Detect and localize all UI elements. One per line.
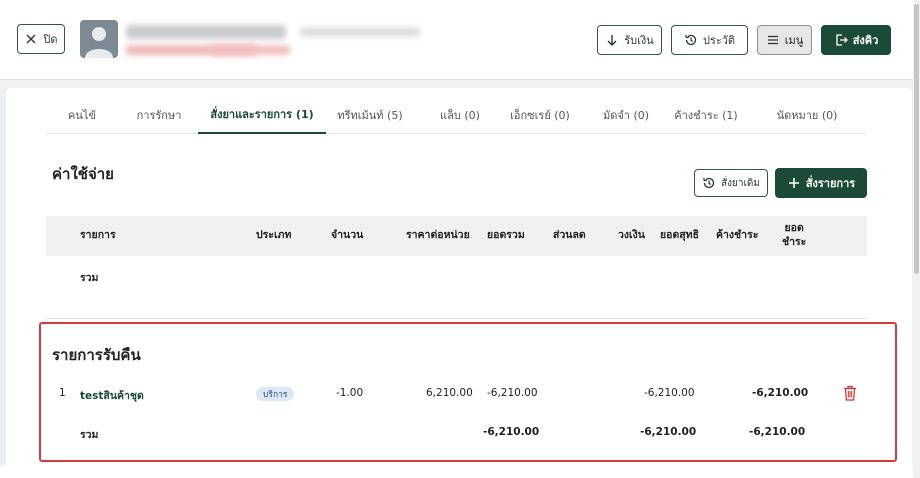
return-row-unit-price: 6,210.00	[426, 387, 473, 399]
returns-sum-total: -6,210.00	[483, 426, 540, 438]
menu-button[interactable]: เมนู	[757, 25, 812, 55]
close-button[interactable]: ปิด	[17, 24, 65, 54]
receive-payment-button[interactable]: รับเงิน	[597, 25, 662, 55]
returns-sum-label: รวม	[80, 429, 99, 441]
user-icon	[85, 27, 113, 58]
return-row-quantity: -1.00	[336, 387, 364, 399]
return-row-total: -6,210.00	[487, 387, 538, 399]
return-row-net: -6,210.00	[644, 387, 695, 399]
expenses-title: ค่าใช้จ่าย	[52, 165, 114, 183]
returns-sum-net: -6,210.00	[640, 426, 697, 438]
col-payable: ยอด ชำระ	[782, 222, 807, 248]
exit-icon	[836, 34, 848, 46]
add-item-button[interactable]: สั่งรายการ	[775, 168, 867, 198]
history-icon	[685, 34, 697, 46]
patient-name-redacted	[126, 25, 286, 39]
tab-lab[interactable]: แล็บ (0)	[430, 96, 490, 134]
tab-xray[interactable]: เอ็กซเรย์ (0)	[506, 96, 574, 134]
patient-avatar	[80, 20, 118, 58]
trash-icon[interactable]	[843, 385, 857, 401]
col-type: ประเภท	[256, 229, 292, 242]
returns-sum-payable: -6,210.00	[749, 426, 806, 438]
plus-icon	[788, 178, 799, 188]
expenses-sum-label: รวม	[80, 272, 99, 284]
close-label: ปิด	[43, 33, 58, 46]
scrollbar-thumb[interactable]	[914, 4, 919, 274]
close-icon	[26, 34, 36, 44]
col-discount: ส่วนลด	[553, 229, 586, 242]
returns-title: รายการรับคืน	[52, 346, 141, 364]
tab-orders[interactable]: สั่งยาและรายการ (1)	[198, 96, 326, 134]
tab-treatment[interactable]: การรักษา	[124, 96, 194, 134]
return-row-index: 1	[59, 387, 66, 399]
send-queue-button[interactable]: ส่งคิว	[821, 25, 891, 55]
return-row-type-badge: บริการ	[256, 387, 295, 401]
return-row-name[interactable]: testสินค้าชุด	[80, 387, 144, 404]
col-outstanding: ค้างชำระ	[716, 229, 759, 242]
arrow-down-icon	[607, 35, 617, 46]
section-divider	[46, 318, 867, 319]
col-total: ยอดรวม	[487, 229, 525, 242]
tab-treatments-count[interactable]: ทรีทเม้นท์ (5)	[332, 96, 408, 134]
return-row-payable: -6,210.00	[752, 387, 809, 399]
tab-outstanding[interactable]: ค้างชำระ (1)	[668, 96, 744, 134]
col-item: รายการ	[80, 229, 116, 242]
order-history-button[interactable]: สั่งยาเดิม	[694, 169, 768, 197]
col-unit-price: ราคาต่อหน่วย	[406, 229, 470, 242]
patient-meta-redacted-2	[210, 45, 290, 55]
expenses-table-header: รายการ ประเภท จำนวน ราคาต่อหน่วย ยอดรวม …	[46, 216, 867, 256]
tab-appointment[interactable]: นัดหมาย (0)	[772, 96, 842, 134]
patient-extra-redacted	[300, 27, 420, 37]
tab-deposit[interactable]: มัดจำ (0)	[598, 96, 654, 134]
tab-bar: คนไข้ การรักษา สั่งยาและรายการ (1) ทรีทเ…	[46, 96, 866, 134]
footer	[0, 466, 920, 478]
col-limit: วงเงิน	[618, 229, 645, 242]
history-icon	[703, 177, 715, 189]
col-net: ยอดสุทธิ	[660, 229, 700, 242]
col-quantity: จำนวน	[331, 229, 364, 242]
tab-patient[interactable]: คนไข้	[46, 96, 118, 134]
menu-icon	[767, 35, 778, 45]
history-button[interactable]: ประวัติ	[671, 25, 748, 55]
